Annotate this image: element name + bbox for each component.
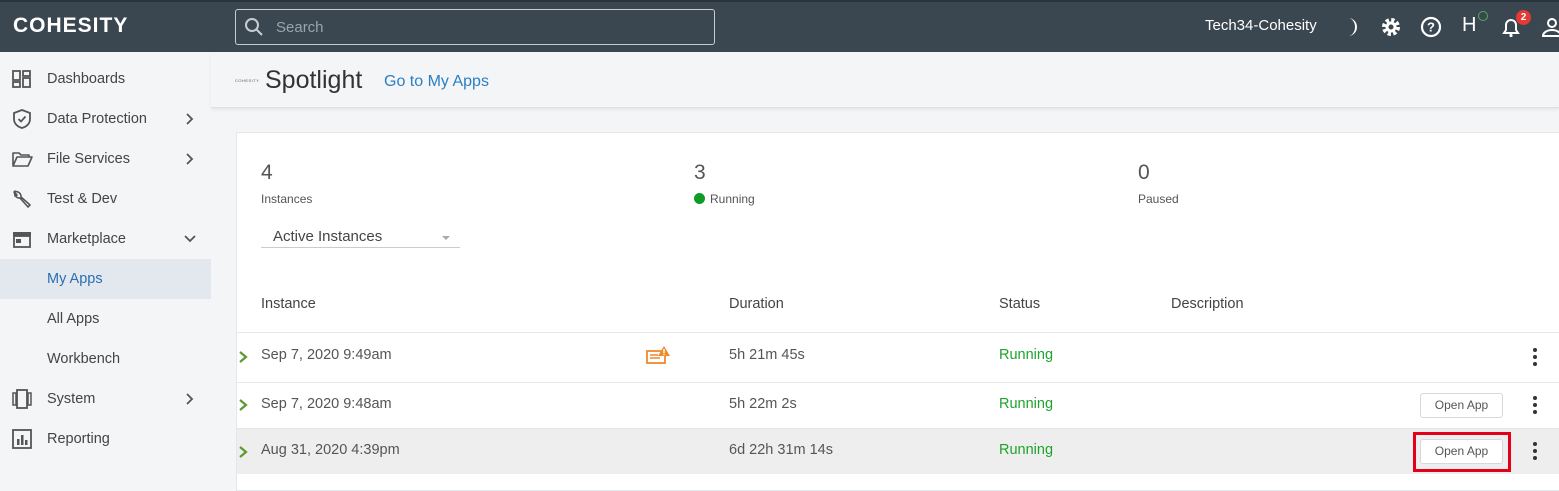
notification-badge[interactable]: 2 (1516, 10, 1531, 25)
search-icon (245, 18, 263, 36)
stat-instances-label: Instances (261, 192, 313, 206)
filter-selected-value: Active Instances (273, 228, 383, 245)
stat-instances-value: 4 (261, 161, 273, 184)
moon-icon[interactable] (1339, 15, 1363, 39)
page-header: COHESITY Spotlight Go to My Apps (211, 52, 1559, 108)
more-options-icon[interactable] (1525, 440, 1545, 462)
column-header-instance[interactable]: Instance (261, 296, 316, 312)
help-icon[interactable]: ? (1419, 15, 1443, 39)
sidebar-item-reporting[interactable]: Reporting (0, 419, 211, 459)
go-to-my-apps-link[interactable]: Go to My Apps (384, 73, 489, 91)
chevron-right-icon (186, 113, 194, 125)
instance-cell: Sep 7, 2020 9:48am (261, 396, 392, 412)
duration-cell: 5h 22m 2s (729, 396, 797, 412)
sidebar-item-all-apps[interactable]: All Apps (0, 299, 211, 339)
instance-filter-select[interactable]: Active Instances (261, 227, 460, 248)
sidebar-item-marketplace[interactable]: Marketplace (0, 219, 211, 259)
status-cell: Running (999, 347, 1054, 363)
cohesity-logo[interactable]: COHESITY (13, 14, 128, 38)
cluster-name[interactable]: Tech34-Cohesity (1205, 17, 1317, 34)
store-icon (13, 232, 31, 248)
table-row[interactable]: Sep 7, 2020 9:48am 5h 22m 2s Running Ope… (237, 382, 1559, 428)
shield-icon (13, 109, 31, 129)
open-app-button[interactable]: Open App (1420, 393, 1503, 418)
sidebar-item-workbench[interactable]: Workbench (0, 339, 211, 379)
warning-icon[interactable] (645, 345, 671, 367)
highlight-box (1413, 432, 1511, 472)
stat-running-label: Running (710, 192, 755, 206)
table-row[interactable]: Aug 31, 2020 4:39pm 6d 22h 31m 14s Runni… (237, 428, 1559, 474)
status-cell: Running (999, 396, 1054, 412)
sidebar-item-file-services[interactable]: File Services (0, 139, 211, 179)
column-header-description[interactable]: Description (1171, 296, 1244, 312)
sidebar-item-label: Workbench (47, 351, 121, 367)
sidebar-item-label: Reporting (47, 431, 110, 447)
top-divider (0, 0, 1559, 2)
reporting-icon (12, 429, 32, 449)
more-options-icon[interactable] (1525, 394, 1545, 416)
search-input[interactable] (276, 10, 706, 44)
sidebar-item-label: System (47, 391, 96, 407)
user-avatar[interactable]: H (1462, 14, 1476, 37)
top-bar: COHESITY Tech34-Cohesity ? H 2 (0, 0, 1559, 52)
sidebar-item-label: Test & Dev (47, 191, 118, 207)
stat-running: Running (694, 192, 755, 206)
sidebar-item-label: My Apps (47, 271, 103, 287)
gear-icon[interactable] (1379, 15, 1403, 39)
more-options-icon[interactable] (1525, 346, 1545, 368)
table-row[interactable]: Sep 7, 2020 9:49am 5h 21m 45s Running (237, 332, 1559, 382)
sidebar-item-label: Dashboards (47, 71, 126, 87)
chevron-down-icon (184, 235, 196, 243)
expand-chevron-icon[interactable] (238, 397, 250, 413)
caret-down-icon (442, 236, 450, 240)
dashboard-icon (12, 70, 31, 88)
sidebar: Dashboards Data Protection File Services… (0, 52, 211, 491)
stat-paused-label: Paused (1138, 192, 1179, 206)
duration-cell: 6d 22h 31m 14s (729, 442, 833, 458)
spotlight-app-logo: COHESITY (235, 78, 260, 83)
stat-running-value: 3 (694, 161, 706, 184)
chevron-right-icon (186, 153, 194, 165)
sidebar-item-test-dev[interactable]: Test & Dev (0, 179, 211, 219)
instance-cell: Sep 7, 2020 9:49am (261, 347, 392, 363)
folder-icon (12, 152, 33, 167)
user-icon[interactable] (1540, 15, 1559, 39)
sidebar-item-data-protection[interactable]: Data Protection (0, 99, 211, 139)
stat-paused-value: 0 (1138, 161, 1150, 184)
sidebar-item-label: All Apps (47, 311, 100, 327)
status-ok-icon (1478, 11, 1488, 21)
page-title: Spotlight (265, 66, 363, 94)
status-cell: Running (999, 442, 1054, 458)
expand-chevron-icon[interactable] (238, 349, 250, 365)
chevron-right-icon (186, 393, 194, 405)
running-dot-icon (694, 193, 705, 204)
sidebar-item-label: File Services (47, 151, 130, 167)
column-header-status[interactable]: Status (999, 296, 1040, 312)
duration-cell: 5h 21m 45s (729, 347, 805, 363)
sidebar-item-my-apps[interactable]: My Apps (0, 259, 211, 299)
sidebar-item-system[interactable]: System (0, 379, 211, 419)
column-header-duration[interactable]: Duration (729, 296, 784, 312)
wrench-icon (13, 190, 31, 208)
sidebar-item-label: Data Protection (47, 111, 147, 127)
instances-card: 4 Instances 3 Running 0 Paused Active In… (236, 132, 1559, 491)
search-box[interactable] (235, 9, 715, 45)
instance-cell: Aug 31, 2020 4:39pm (261, 442, 400, 458)
sidebar-item-label: Marketplace (47, 231, 126, 247)
system-icon (12, 389, 32, 409)
sidebar-item-dashboards[interactable]: Dashboards (0, 59, 211, 99)
expand-chevron-icon[interactable] (238, 444, 250, 460)
svg-text:?: ? (1427, 20, 1435, 35)
